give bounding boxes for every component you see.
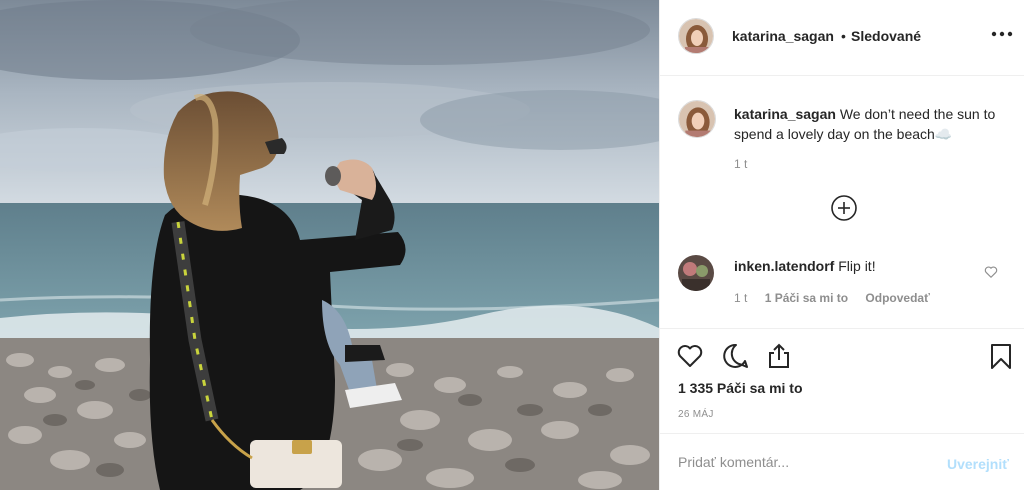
plus-circle-icon[interactable] <box>830 194 858 222</box>
post-side-panel: katarina_sagan • Sledované katarina_saga… <box>659 0 1024 490</box>
caption-text-block: katarina_sagan We don’t need the sun to … <box>734 104 1004 144</box>
add-comment-bar: Uverejniť <box>660 433 1024 490</box>
comment-icon[interactable] <box>722 342 750 370</box>
caption-avatar[interactable] <box>678 100 716 138</box>
reply-button[interactable]: Odpovedať <box>865 291 929 305</box>
beach-photo <box>0 0 659 490</box>
header-separator: • <box>841 28 846 44</box>
comment-body: Flip it! <box>838 258 876 274</box>
bookmark-icon[interactable] <box>987 342 1015 370</box>
more-horizontal-icon[interactable] <box>990 24 1014 44</box>
comment-input[interactable] <box>678 452 938 472</box>
post-date[interactable]: 26 MÁJ <box>678 409 714 420</box>
post-comment-button[interactable]: Uverejniť <box>947 456 1009 472</box>
avatar[interactable] <box>678 18 714 54</box>
avatar-image <box>678 255 714 291</box>
comment-likes[interactable]: 1 Páči sa mi to <box>765 291 848 305</box>
likes-count[interactable]: 1 335 Páči sa mi to <box>678 380 803 396</box>
comment-username[interactable]: inken.latendorf <box>734 258 834 274</box>
caption-timestamp[interactable]: 1 t <box>734 157 747 171</box>
caption-username[interactable]: katarina_sagan <box>734 106 836 122</box>
post-image[interactable] <box>0 0 659 490</box>
comment-timestamp[interactable]: 1 t <box>734 291 747 305</box>
avatar-image <box>679 101 715 137</box>
avatar-image <box>679 19 713 53</box>
heart-icon[interactable] <box>984 265 998 279</box>
comment-avatar[interactable] <box>678 255 714 291</box>
comment-text-block: inken.latendorf Flip it! <box>734 257 876 275</box>
header-username[interactable]: katarina_sagan <box>732 28 834 44</box>
share-icon[interactable] <box>765 342 793 370</box>
post-header: katarina_sagan • Sledované <box>660 0 1024 76</box>
heart-icon[interactable] <box>676 342 704 370</box>
follow-status[interactable]: Sledované <box>851 28 921 44</box>
comment-meta: 1 t 1 Páči sa mi to Odpovedať <box>734 291 944 305</box>
